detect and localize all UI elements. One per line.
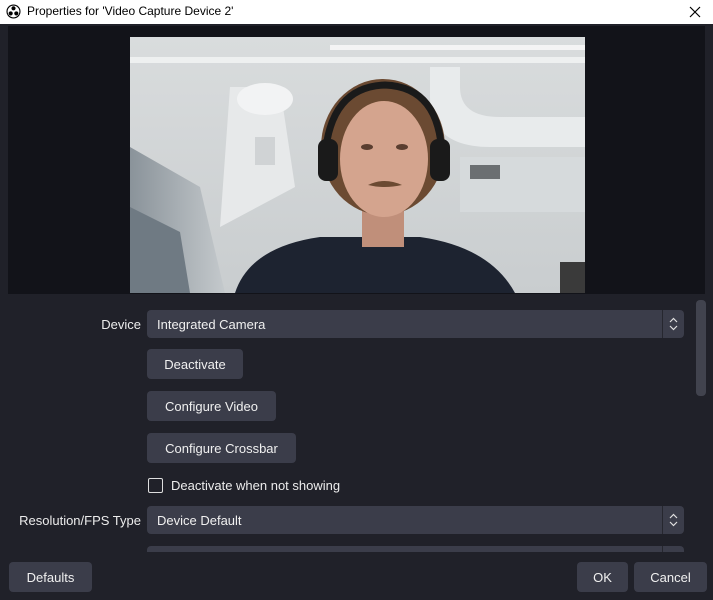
window-title: Properties for 'Video Capture Device 2' (27, 4, 234, 18)
properties-scrollbar[interactable] (696, 300, 706, 396)
defaults-button[interactable]: Defaults (9, 562, 92, 592)
device-select[interactable]: Integrated Camera (147, 310, 684, 338)
device-select-value: Integrated Camera (157, 317, 266, 332)
cancel-button[interactable]: Cancel (634, 562, 707, 592)
resolution-fps-type-select[interactable]: Device Default (147, 506, 684, 534)
select-arrows-icon (662, 310, 684, 338)
close-button[interactable] (677, 0, 713, 24)
properties-panel: Device Integrated Camera Deactivate Conf… (0, 296, 713, 552)
configure-crossbar-button[interactable]: Configure Crossbar (147, 433, 296, 463)
resolution-select-partial[interactable] (147, 546, 684, 552)
resolution-fps-type-label: Resolution/FPS Type (19, 513, 141, 528)
webcam-preview (130, 37, 585, 293)
configure-video-button[interactable]: Configure Video (147, 391, 276, 421)
close-icon[interactable] (689, 6, 701, 18)
preview-area (8, 26, 705, 294)
title-bar: Properties for 'Video Capture Device 2' (0, 0, 713, 24)
device-label: Device (101, 317, 141, 332)
ok-button[interactable]: OK (577, 562, 628, 592)
deactivate-when-not-showing-label[interactable]: Deactivate when not showing (171, 478, 340, 493)
select-arrows-icon (662, 506, 684, 534)
obs-icon (6, 4, 21, 19)
select-arrows-icon (662, 546, 684, 552)
resolution-fps-type-value: Device Default (157, 513, 242, 528)
deactivate-when-not-showing-checkbox[interactable] (148, 478, 163, 493)
deactivate-button[interactable]: Deactivate (147, 349, 243, 379)
